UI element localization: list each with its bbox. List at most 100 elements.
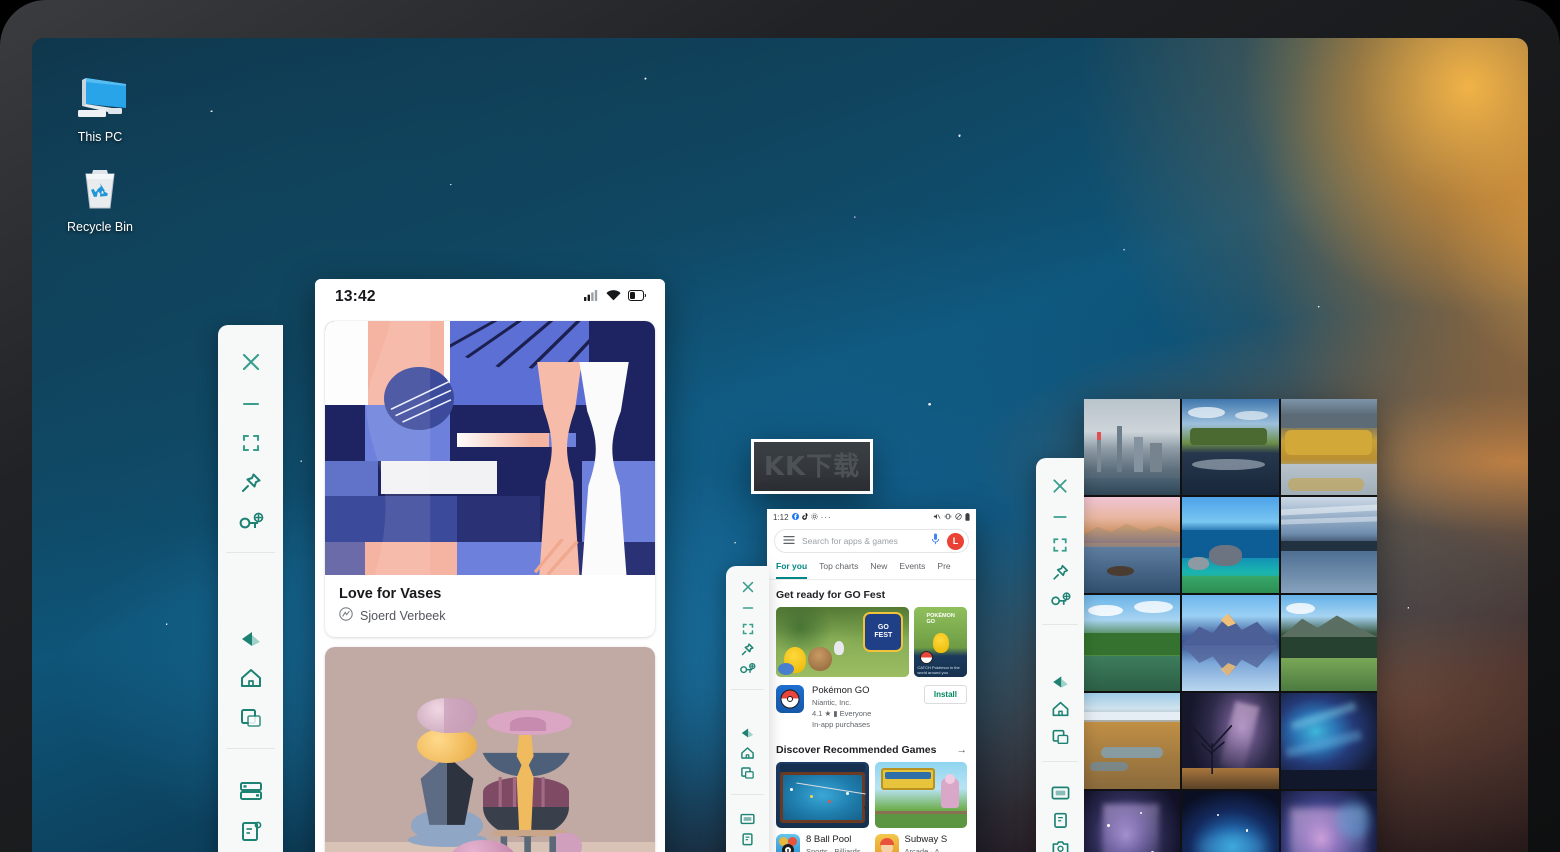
app-name: Pokémon GO <box>812 685 870 696</box>
photo-thumbnail[interactable] <box>1182 791 1279 852</box>
gallery-window[interactable] <box>1084 399 1377 852</box>
clipboard-icon[interactable] <box>239 811 263 850</box>
key-add-icon[interactable] <box>1050 586 1071 614</box>
desktop-icon-recycle-bin[interactable]: Recycle Bin <box>54 164 146 235</box>
clipboard-icon[interactable] <box>740 829 755 849</box>
shot-card[interactable]: Love for Vases Sjoerd Verbeek <box>325 321 655 637</box>
battery-icon <box>965 512 970 523</box>
search-input[interactable]: Search for apps & games <box>802 536 924 546</box>
app-rating-line: 4.1 ★ ▮ Everyone <box>812 709 872 718</box>
8-ball-pool-icon: 8 <box>776 834 800 852</box>
vases-window-toolbar[interactable] <box>218 325 283 852</box>
screen: This PC Recycle Bin 13:42 Love for Vases… <box>32 38 1528 852</box>
recents-icon[interactable] <box>239 698 263 737</box>
toolbar-divider <box>1041 624 1079 625</box>
keyboard-icon[interactable] <box>238 772 264 811</box>
fullscreen-icon[interactable] <box>741 619 755 639</box>
tab-top-charts[interactable]: Top charts <box>819 561 858 579</box>
photo-grid[interactable] <box>1084 399 1377 852</box>
gallery-window-toolbar[interactable] <box>1036 458 1084 852</box>
home-icon[interactable] <box>239 659 263 698</box>
tiktok-icon <box>801 513 808 522</box>
play-store-window[interactable]: 1:12 ··· Search for apps & games L For y… <box>767 509 976 852</box>
play-search-bar[interactable]: Search for apps & games L <box>774 529 969 553</box>
game-name: 8 Ball Pool <box>806 834 852 845</box>
hamburger-icon[interactable] <box>783 532 795 550</box>
close-icon[interactable] <box>1051 470 1069 503</box>
dnd-icon <box>955 513 962 522</box>
subway-surfers-icon <box>874 834 899 852</box>
play-status-bar: 1:12 ··· <box>767 509 976 526</box>
photo-thumbnail[interactable] <box>1084 693 1181 789</box>
photo-thumbnail[interactable] <box>1182 595 1279 691</box>
photo-thumbnail[interactable] <box>1280 399 1377 495</box>
home-icon[interactable] <box>740 743 755 763</box>
game-genre: Sports · Billiards <box>806 847 861 852</box>
photo-thumbnail[interactable] <box>1280 595 1377 691</box>
photo-thumbnail[interactable] <box>1280 497 1377 593</box>
camera-icon[interactable] <box>1051 834 1070 852</box>
avatar[interactable]: L <box>947 532 964 550</box>
game-card[interactable]: 8 8 Ball Pool Sports · Billiards 4.4 ★ <box>776 762 869 852</box>
keyboard-icon[interactable] <box>739 809 756 829</box>
key-add-icon[interactable] <box>739 659 756 679</box>
tab-events[interactable]: Events <box>899 561 925 579</box>
key-add-icon[interactable] <box>238 502 264 541</box>
photo-thumbnail[interactable] <box>1084 595 1181 691</box>
minimize-icon[interactable] <box>1051 503 1069 531</box>
go-fest-tall-banner[interactable]: POKÉMON GO CATCH Pokémon in the world ar… <box>914 607 967 677</box>
photo-thumbnail[interactable] <box>1280 791 1377 852</box>
tab-new[interactable]: New <box>870 561 887 579</box>
promo-banner-row[interactable]: GO FEST POKÉMON GO CATCH Pokémon in the w… <box>767 607 976 677</box>
minimize-icon[interactable] <box>240 384 262 423</box>
photo-thumbnail[interactable] <box>1182 497 1279 593</box>
toolbar-divider <box>731 793 764 795</box>
tab-premium[interactable]: Pre <box>937 561 950 579</box>
back-icon[interactable] <box>739 723 756 743</box>
clipboard-icon[interactable] <box>1051 806 1070 834</box>
recents-icon[interactable] <box>1051 723 1070 751</box>
vases-phone-window[interactable]: 13:42 Love for Vases Sjoerd Verbeek <box>315 279 665 852</box>
facebook-icon <box>791 513 799 522</box>
more-icon: ··· <box>820 513 832 522</box>
fullscreen-icon[interactable] <box>240 424 262 463</box>
go-fest-wide-banner[interactable]: GO FEST <box>776 607 910 677</box>
desktop-icon-label: This PC <box>77 130 123 144</box>
game-card[interactable]: Subway S Arcade · A 4.4 ★ <box>874 762 967 852</box>
mute-icon <box>933 513 941 522</box>
keyboard-icon[interactable] <box>1050 779 1071 807</box>
app-iap-note: In-app purchases <box>812 720 870 729</box>
back-icon[interactable] <box>238 619 264 658</box>
kk-download-window[interactable]: KK下载 <box>751 439 873 494</box>
back-icon[interactable] <box>1050 668 1071 696</box>
close-icon[interactable] <box>741 575 755 598</box>
recommended-games-row[interactable]: 8 8 Ball Pool Sports · Billiards 4.4 ★ <box>767 762 976 852</box>
photo-thumbnail[interactable] <box>1182 693 1279 789</box>
desktop-icon-this-pc[interactable]: This PC <box>54 74 146 145</box>
install-button[interactable]: Install <box>923 685 967 704</box>
minimize-icon[interactable] <box>741 598 755 618</box>
arrow-right-icon[interactable]: → <box>957 744 968 756</box>
pin-icon[interactable] <box>1051 558 1070 586</box>
recents-icon[interactable] <box>740 763 755 783</box>
shot-card[interactable] <box>325 647 655 852</box>
balanced-3d-shapes-render <box>325 647 655 852</box>
play-tabs[interactable]: For you Top charts New Events Pre <box>767 553 976 580</box>
photo-thumbnail[interactable] <box>1280 693 1377 789</box>
section-heading-recommended: Discover Recommended Games → <box>776 744 968 756</box>
photo-thumbnail[interactable] <box>1084 791 1181 852</box>
photo-thumbnail[interactable] <box>1084 399 1181 495</box>
pin-icon[interactable] <box>740 639 755 659</box>
tab-for-you[interactable]: For you <box>776 561 808 579</box>
photo-thumbnail[interactable] <box>1084 497 1181 593</box>
play-store-window-toolbar[interactable] <box>726 566 769 852</box>
fullscreen-icon[interactable] <box>1051 531 1069 559</box>
desktop-icon-label: Recycle Bin <box>67 220 133 234</box>
close-icon[interactable] <box>240 339 262 384</box>
pin-icon[interactable] <box>239 463 263 502</box>
microphone-icon[interactable] <box>931 532 940 550</box>
photo-thumbnail[interactable] <box>1182 399 1279 495</box>
featured-app-row[interactable]: Pokémon GO Niantic, Inc. 4.1 ★ ▮ Everyon… <box>767 677 976 735</box>
home-icon[interactable] <box>1051 696 1070 724</box>
star-icon: ★ <box>824 709 832 718</box>
